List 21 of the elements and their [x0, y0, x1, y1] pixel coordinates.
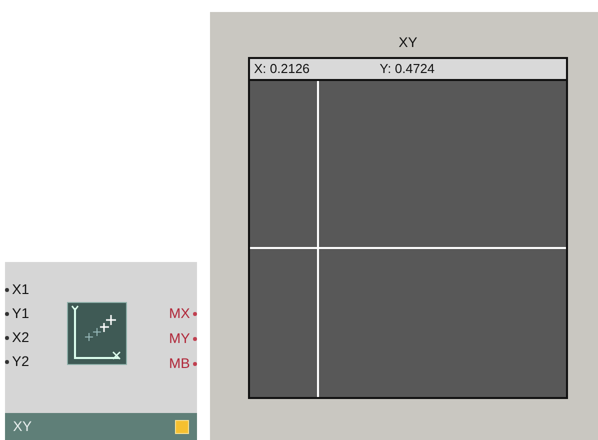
- input-port-icon[interactable]: [5, 288, 9, 292]
- input-port-icon[interactable]: [5, 336, 9, 340]
- xy-graph-icon: [67, 302, 127, 365]
- input-port-icon[interactable]: [5, 360, 9, 364]
- input-label: X1: [12, 280, 30, 299]
- input-label: X2: [12, 328, 30, 347]
- module-title: XY: [13, 417, 32, 436]
- module-block[interactable]: X1 Y1 X2 Y2 MX MY MB XY: [5, 262, 197, 440]
- input-label: Y1: [12, 304, 30, 323]
- output-port-icon[interactable]: [193, 312, 197, 316]
- x-readout: X: 0.2126: [254, 60, 310, 78]
- input-label: Y2: [12, 352, 30, 371]
- output-label: MY: [169, 329, 190, 348]
- y-readout: Y: 0.4724: [380, 60, 435, 78]
- input-port-icon[interactable]: [5, 312, 9, 316]
- output-port-icon[interactable]: [193, 336, 197, 340]
- output-label: MX: [169, 304, 190, 323]
- output-label: MB: [169, 354, 190, 373]
- xy-pad[interactable]: X: 0.2126 Y: 0.4724: [248, 57, 568, 399]
- panel-title: XY: [398, 33, 418, 52]
- output-port-icon[interactable]: [193, 362, 197, 366]
